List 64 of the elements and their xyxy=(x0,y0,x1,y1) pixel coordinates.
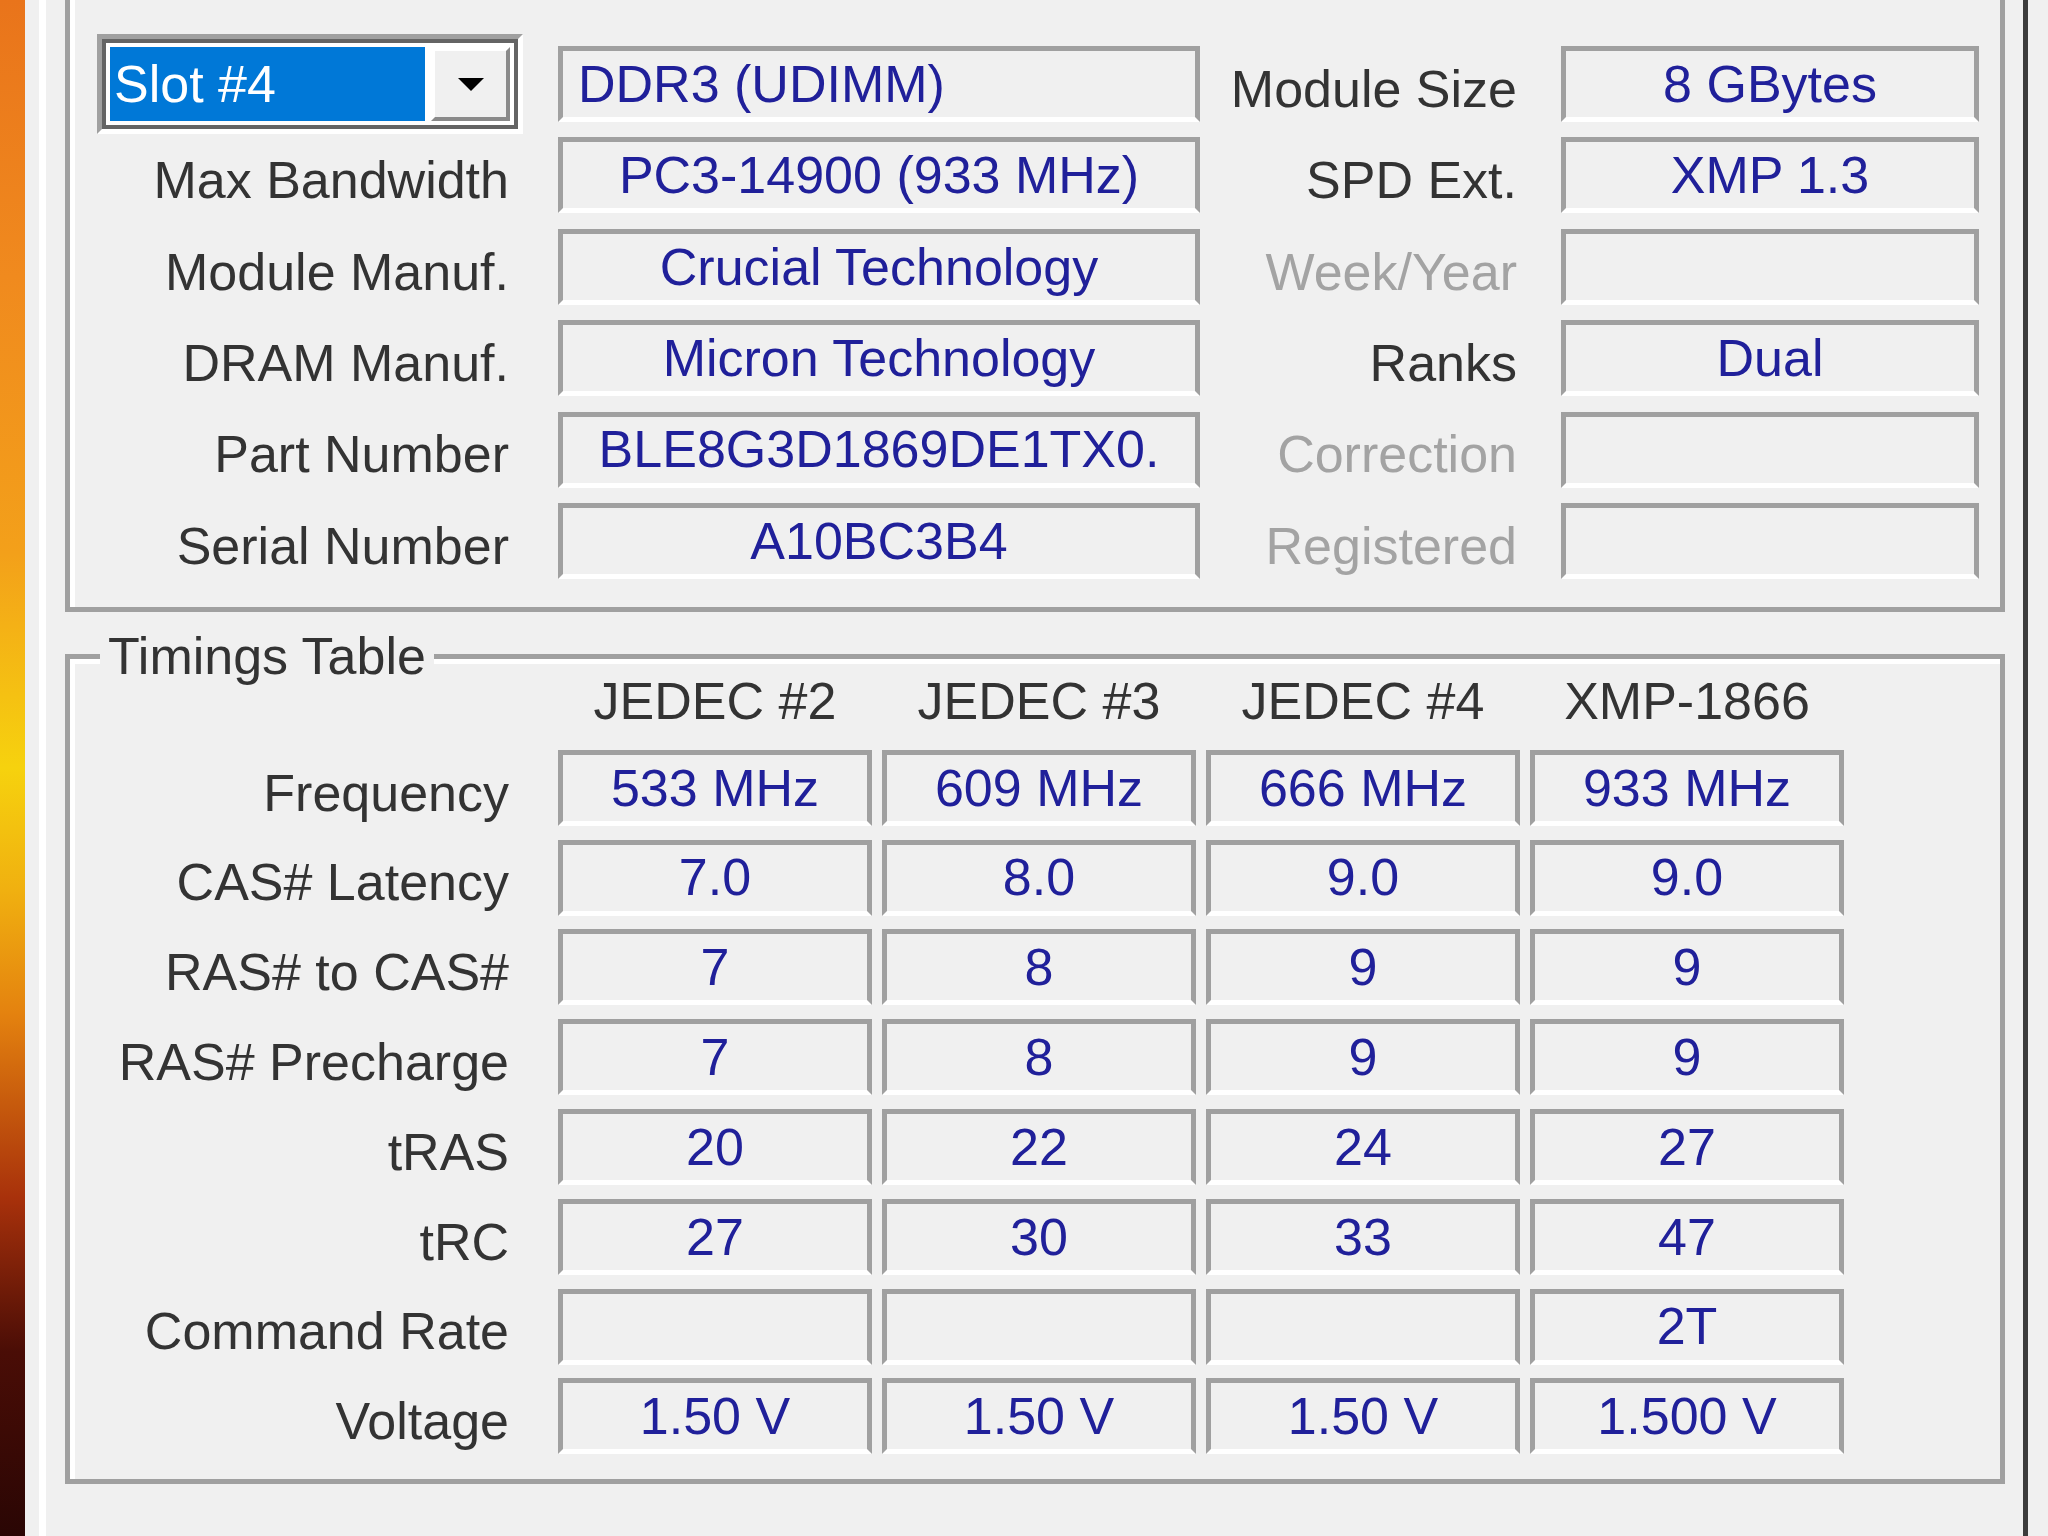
timing-value-field: 27 xyxy=(1530,1108,1844,1185)
timing-value-field: 9 xyxy=(1206,1019,1520,1096)
row-label: Command Rate xyxy=(143,1301,510,1363)
field-label: Serial Number xyxy=(175,515,510,577)
timing-value-field: 20 xyxy=(558,1108,872,1185)
field-label: Ranks xyxy=(1368,332,1518,394)
timing-value-field: 22 xyxy=(882,1108,1196,1185)
timing-value-field: 30 xyxy=(882,1198,1196,1275)
slot-dropdown[interactable]: Slot #4 xyxy=(97,34,523,134)
timing-value-field: 33 xyxy=(1206,1198,1520,1275)
timing-value-field: 609 MHz xyxy=(882,749,1196,826)
row-label: tRAS xyxy=(386,1121,510,1183)
timing-value-field: 7 xyxy=(558,1019,872,1096)
timing-value-field: 8 xyxy=(882,1019,1196,1096)
row-label: tRC xyxy=(418,1211,510,1273)
row-label: RAS# to CAS# xyxy=(164,942,510,1004)
timing-value-field: 9 xyxy=(1530,929,1844,1006)
timing-value-field: 24 xyxy=(1206,1108,1520,1185)
selected-value: Slot #4 xyxy=(110,47,425,121)
value-field: Micron Technology xyxy=(558,320,1200,397)
field-label: SPD Ext. xyxy=(1305,150,1518,212)
timing-value-field: 1.50 V xyxy=(1206,1378,1520,1455)
column-header: JEDEC #4 xyxy=(1240,670,1486,732)
timing-value-field: 2T xyxy=(1530,1288,1844,1365)
timing-value-field: 8.0 xyxy=(882,839,1196,916)
value-field: PC3-14900 (933 MHz) xyxy=(558,137,1200,214)
timing-value-field: 666 MHz xyxy=(1206,749,1520,826)
value-field: XMP 1.3 xyxy=(1561,137,1979,214)
value-field: A10BC3B4 xyxy=(558,502,1200,579)
field-label: DRAM Manuf. xyxy=(181,332,510,394)
value-field: Crucial Technology xyxy=(558,228,1200,305)
caret-icon xyxy=(457,77,484,91)
timing-value-field: 1.50 V xyxy=(882,1378,1196,1455)
row-label: CAS# Latency xyxy=(175,852,510,914)
timing-value-field: 7 xyxy=(558,929,872,1006)
field-label: Max Bandwidth xyxy=(152,150,510,212)
field-label: Correction xyxy=(1276,424,1518,486)
row-label: Frequency xyxy=(262,762,510,824)
timing-value-field: 7.0 xyxy=(558,839,872,916)
timing-value-field: 9.0 xyxy=(1530,839,1844,916)
field-label: Module Size xyxy=(1229,58,1518,120)
value-field: BLE8G3D1869DE1TX0. xyxy=(558,411,1200,488)
row-label: RAS# Precharge xyxy=(117,1031,510,1093)
field-label: Week/Year xyxy=(1264,241,1518,303)
memory-type-field: DDR3 (UDIMM) xyxy=(558,46,1200,122)
timing-value-field: 47 xyxy=(1530,1198,1844,1275)
timing-value-field: 9 xyxy=(1206,929,1520,1006)
timing-value-field: 933 MHz xyxy=(1530,749,1844,826)
timing-value-field: 533 MHz xyxy=(558,749,872,826)
field-label: Registered xyxy=(1264,515,1518,577)
value-field: Dual xyxy=(1561,320,1979,397)
timing-value-field: 9 xyxy=(1530,1019,1844,1096)
column-header: JEDEC #2 xyxy=(592,670,838,732)
row-label: Voltage xyxy=(334,1391,510,1453)
timing-value-field: 8 xyxy=(882,929,1196,1006)
field-label: Part Number xyxy=(213,424,510,486)
column-header: JEDEC #3 xyxy=(916,670,1162,732)
value-field: 8 GBytes xyxy=(1561,46,1979,122)
timing-value-field: 27 xyxy=(558,1198,872,1275)
column-header: XMP-1866 xyxy=(1563,670,1811,732)
timing-value-field: 1.500 V xyxy=(1530,1378,1844,1455)
timing-value-field: 1.50 V xyxy=(558,1378,872,1455)
timing-value-field: 9.0 xyxy=(1206,839,1520,916)
field-label: Module Manuf. xyxy=(164,241,510,303)
